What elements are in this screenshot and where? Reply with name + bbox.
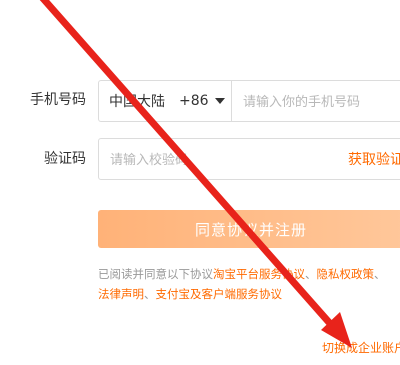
phone-input[interactable] bbox=[233, 81, 400, 123]
phone-field: 中国大陆 +86 bbox=[98, 80, 400, 123]
agreement-separator: 、 bbox=[374, 267, 386, 281]
agreement-text: 已阅读并同意以下协议淘宝平台服务协议、隐私权政策、 法律声明、支付宝及客户端服务协… bbox=[98, 264, 400, 304]
register-page: 手机号码 中国大陆 +86 验证码 获取验证码 同意协议并注册 已阅读并同意以下… bbox=[0, 0, 400, 365]
agreement-prefix: 已阅读并同意以下协议 bbox=[98, 267, 213, 281]
get-code-button[interactable]: 获取验证码 bbox=[348, 139, 400, 179]
region-name: 中国大陆 bbox=[109, 94, 165, 110]
annotation-arrow bbox=[39, 0, 352, 348]
link-platform-agreement[interactable]: 淘宝平台服务协议 bbox=[213, 267, 305, 281]
link-legal-statement[interactable]: 法律声明 bbox=[98, 287, 144, 301]
code-label: 验证码 bbox=[44, 151, 86, 167]
region-code: +86 bbox=[179, 93, 209, 109]
code-field: 获取验证码 bbox=[98, 138, 400, 181]
switch-enterprise-link[interactable]: 切换成企业账户注册 bbox=[322, 339, 400, 356]
caret-down-icon bbox=[214, 98, 225, 104]
region-select[interactable]: 中国大陆 +86 bbox=[99, 81, 232, 121]
link-privacy-policy[interactable]: 隐私权政策 bbox=[317, 267, 375, 281]
agreement-separator: 、 bbox=[305, 267, 317, 281]
code-input[interactable] bbox=[99, 139, 342, 181]
link-alipay-agreement[interactable]: 支付宝及客户端服务协议 bbox=[156, 287, 283, 301]
phone-label: 手机号码 bbox=[30, 92, 86, 108]
agree-register-button[interactable]: 同意协议并注册 bbox=[98, 210, 400, 248]
agreement-separator: 、 bbox=[144, 287, 156, 301]
